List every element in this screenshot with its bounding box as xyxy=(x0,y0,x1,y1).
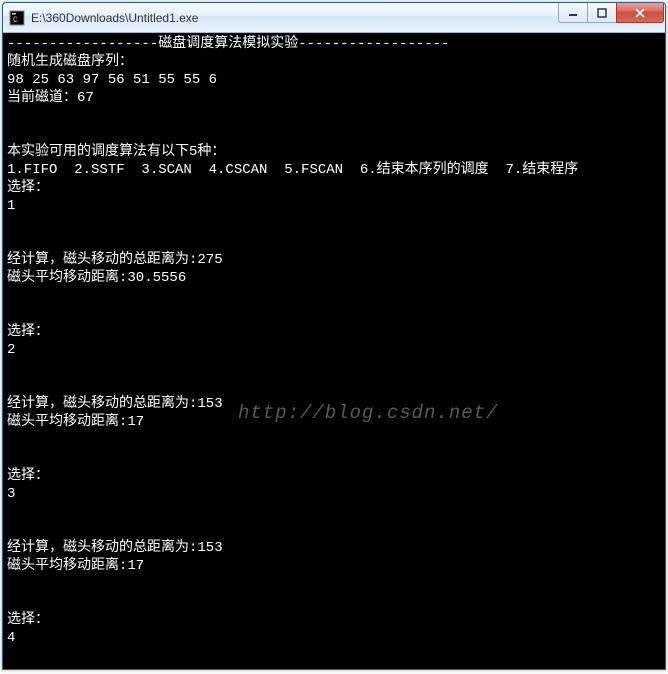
current-track-value: 67 xyxy=(77,90,94,106)
input-2: 2 xyxy=(7,342,15,358)
titlebar[interactable]: C E:\360Downloads\Untitled1.exe xyxy=(3,3,665,33)
input-4: 4 xyxy=(7,630,15,646)
svg-text:C: C xyxy=(13,16,18,25)
divider-left: ------------------ xyxy=(7,36,158,52)
maximize-button[interactable] xyxy=(587,3,617,23)
header-title: 磁盘调度算法模拟实验 xyxy=(158,36,298,52)
avg-dist-label-2: 磁头平均移动距离: xyxy=(7,414,127,430)
input-1: 1 xyxy=(7,198,15,214)
menu-options: 1.FIFO 2.SSTF 3.SCAN 4.CSCAN 5.FSCAN 6.结… xyxy=(7,162,578,178)
choose-label-1: 选择： xyxy=(7,180,49,196)
divider-right: ------------------ xyxy=(298,36,449,52)
console-output[interactable]: ------------------磁盘调度算法模拟实验------------… xyxy=(3,33,665,669)
choose-label-3: 选择： xyxy=(7,468,49,484)
window-buttons xyxy=(559,3,664,23)
choose-label-2: 选择： xyxy=(7,324,49,340)
choose-label-4: 选择： xyxy=(7,612,49,628)
current-track-label: 当前磁道： xyxy=(7,90,77,106)
avg-dist-2: 17 xyxy=(127,414,144,430)
avg-dist-3: 17 xyxy=(127,558,144,574)
total-dist-3: 153 xyxy=(197,540,222,556)
total-dist-2: 153 xyxy=(197,396,222,412)
total-dist-label-2: 经计算，磁头移动的总距离为: xyxy=(7,396,197,412)
app-icon: C xyxy=(9,10,25,26)
input-3: 3 xyxy=(7,486,15,502)
total-dist-label-3: 经计算，磁头移动的总距离为: xyxy=(7,540,197,556)
total-dist-label-1: 经计算，磁头移动的总距离为: xyxy=(7,252,197,268)
random-seq-label: 随机生成磁盘序列： xyxy=(7,54,133,70)
minimize-button[interactable] xyxy=(558,3,588,23)
algo-intro: 本实验可用的调度算法有以下5种： xyxy=(7,144,225,160)
app-window: C E:\360Downloads\Untitled1.exe --------… xyxy=(2,2,666,670)
avg-dist-1: 30.5556 xyxy=(127,270,186,286)
window-title: E:\360Downloads\Untitled1.exe xyxy=(31,11,559,25)
avg-dist-label-1: 磁头平均移动距离: xyxy=(7,270,127,286)
total-dist-1: 275 xyxy=(197,252,222,268)
close-button[interactable] xyxy=(616,3,664,23)
sequence-values: 98 25 63 97 56 51 55 55 6 xyxy=(7,72,217,88)
avg-dist-label-3: 磁头平均移动距离: xyxy=(7,558,127,574)
